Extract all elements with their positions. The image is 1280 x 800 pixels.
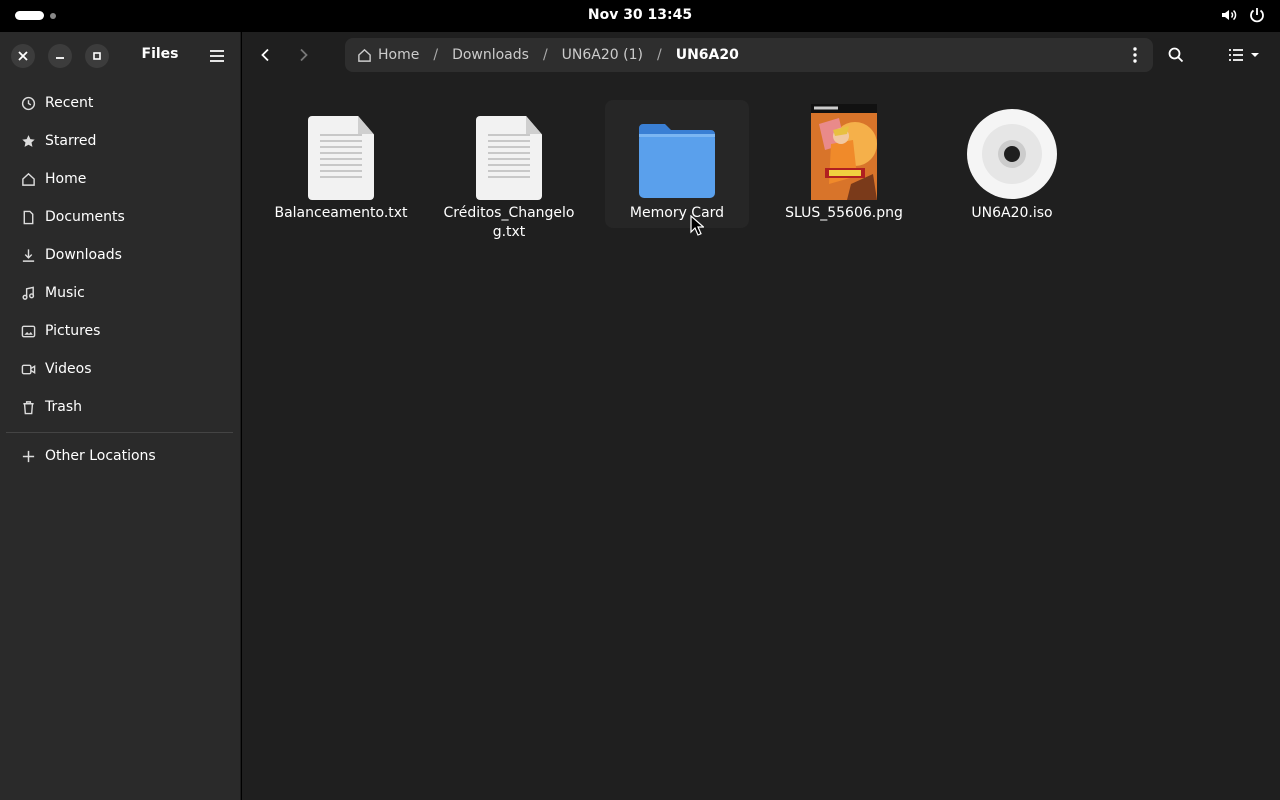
sidebar-item-documents[interactable]: Documents — [0, 198, 241, 236]
sidebar-item-pictures[interactable]: Pictures — [0, 312, 241, 350]
other-locations-section: Other Locations — [0, 437, 241, 475]
file-item[interactable]: Balanceamento.txt — [269, 100, 413, 223]
file-item[interactable]: Créditos_Changelog.txt — [437, 100, 581, 242]
breadcrumb-parent-folder[interactable]: UN6A20 (1) — [562, 47, 643, 63]
sidebar-item-label: Documents — [45, 209, 125, 225]
minimize-icon — [56, 57, 64, 59]
disc-image-icon — [940, 100, 1084, 200]
clock[interactable]: Nov 30 13:45 — [0, 7, 1280, 23]
music-icon — [20, 285, 36, 301]
home-icon — [20, 171, 36, 187]
sidebar-headerbar: Files — [0, 32, 241, 78]
sidebar-item-label: Downloads — [45, 247, 122, 263]
hamburger-icon — [210, 50, 224, 62]
file-name: Memory Card — [629, 205, 725, 221]
chevron-right-icon — [300, 48, 308, 62]
home-icon — [358, 48, 371, 62]
close-icon — [18, 51, 28, 61]
file-name: Créditos_Changelog.txt — [443, 205, 575, 240]
sidebar-item-label: Recent — [45, 95, 94, 111]
sidebar-item-recent[interactable]: Recent — [0, 84, 241, 122]
clock-icon — [20, 95, 36, 111]
folder-menu-button[interactable] — [1125, 45, 1145, 65]
file-name: Balanceamento.txt — [274, 205, 408, 221]
path-bar: Home / Downloads / UN6A20 (1) / UN6A20 — [345, 38, 1153, 72]
maximize-icon — [93, 52, 101, 60]
kebab-menu-icon — [1133, 47, 1137, 63]
places-list: Recent Starred Home Documents Downloads … — [0, 84, 241, 426]
sidebar-item-label: Other Locations — [45, 448, 156, 464]
breadcrumb-separator: / — [542, 47, 548, 63]
chevron-left-icon — [261, 48, 269, 62]
file-name: SLUS_55606.png — [785, 205, 903, 221]
plus-icon — [20, 448, 36, 464]
sidebar-item-music[interactable]: Music — [0, 274, 241, 312]
sidebar-item-starred[interactable]: Starred — [0, 122, 241, 160]
breadcrumb-separator: / — [433, 47, 439, 63]
top-bar: Nov 30 13:45 — [0, 0, 1280, 32]
text-file-icon — [437, 100, 581, 200]
sidebar-item-home[interactable]: Home — [0, 160, 241, 198]
sidebar-item-label: Starred — [45, 133, 97, 149]
breadcrumb-current-folder[interactable]: UN6A20 — [676, 47, 739, 63]
forward-button[interactable] — [289, 42, 319, 68]
list-view-icon — [1229, 49, 1243, 61]
file-name: UN6A20.iso — [971, 205, 1053, 221]
view-options-button[interactable] — [1220, 42, 1268, 68]
file-grid: Balanceamento.txt Créditos_Changelog.txt… — [242, 92, 1280, 792]
sidebar-item-videos[interactable]: Videos — [0, 350, 241, 388]
window-title: Files — [141, 46, 179, 62]
breadcrumb-label: Home — [378, 47, 420, 63]
sidebar-item-label: Music — [45, 285, 85, 301]
system-tray[interactable] — [1220, 6, 1266, 28]
main-menu-button[interactable] — [204, 44, 230, 68]
download-icon — [20, 247, 36, 263]
sidebar-item-label: Home — [45, 171, 87, 187]
volume-icon[interactable] — [1220, 6, 1238, 28]
back-button[interactable] — [250, 42, 280, 68]
sidebar-item-label: Trash — [45, 399, 82, 415]
close-button[interactable] — [11, 44, 35, 68]
file-item[interactable]: UN6A20.iso — [940, 100, 1084, 223]
power-icon[interactable] — [1248, 6, 1266, 28]
file-item[interactable]: SLUS_55606.png — [772, 100, 916, 223]
text-file-icon — [269, 100, 413, 200]
search-icon — [1168, 47, 1184, 63]
sidebar-item-label: Videos — [45, 361, 92, 377]
sidebar-divider — [6, 432, 233, 433]
sidebar-item-trash[interactable]: Trash — [0, 388, 241, 426]
sidebar-item-label: Pictures — [45, 323, 101, 339]
document-icon — [20, 209, 36, 225]
maximize-button[interactable] — [85, 44, 109, 68]
image-thumbnail — [772, 100, 916, 200]
main-pane: Home / Downloads / UN6A20 (1) / UN6A20 B… — [242, 32, 1280, 800]
sidebar-item-downloads[interactable]: Downloads — [0, 236, 241, 274]
chevron-down-icon — [1251, 53, 1259, 57]
sidebar-item-other-locations[interactable]: Other Locations — [0, 437, 241, 475]
trash-icon — [20, 399, 36, 415]
star-icon — [20, 133, 36, 149]
picture-icon — [20, 323, 36, 339]
breadcrumb-home[interactable]: Home — [357, 47, 419, 63]
minimize-button[interactable] — [48, 44, 72, 68]
folder-item[interactable]: Memory Card — [605, 100, 749, 228]
sidebar: Files Recent Starred Home Documents Down… — [0, 32, 241, 800]
mouse-pointer-icon — [690, 214, 706, 241]
video-icon — [20, 361, 36, 377]
search-button[interactable] — [1162, 42, 1190, 68]
folder-icon — [605, 100, 749, 200]
breadcrumb-separator: / — [656, 47, 662, 63]
breadcrumb-downloads[interactable]: Downloads — [452, 47, 529, 63]
